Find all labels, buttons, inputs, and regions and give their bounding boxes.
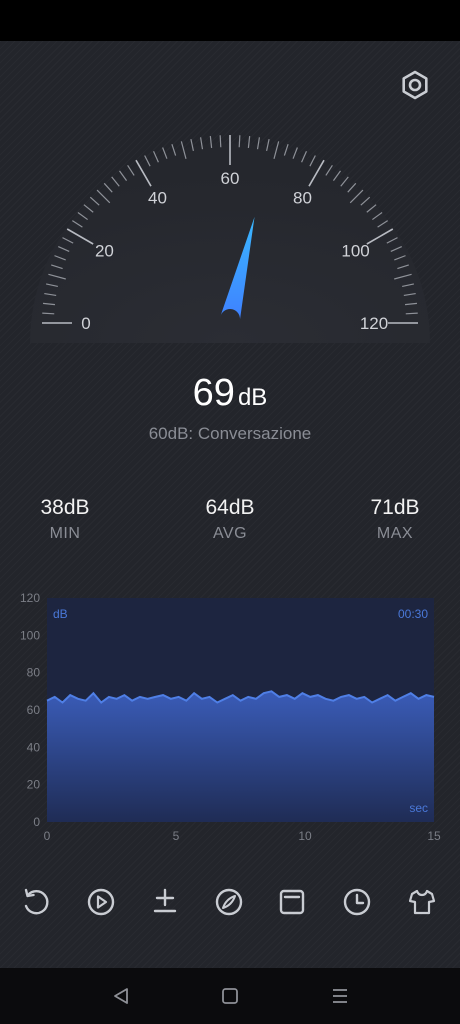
nav-home-button[interactable] [215,982,245,1010]
play-icon [87,888,115,916]
nav-menu-button[interactable] [325,982,355,1010]
x-axis-ticks: 0 5 10 15 [44,829,441,843]
x-tick-label: 5 [173,829,180,843]
compass-button[interactable] [207,880,251,924]
x-tick-label: 0 [44,829,51,843]
theme-button[interactable] [400,880,444,924]
noise-description: 60dB: Conversazione [148,424,312,443]
gauge-label: 40 [148,188,167,207]
stat-min-value: 38dB [40,496,90,519]
y-tick-label: 60 [27,703,41,717]
gauge-label: 120 [360,314,388,333]
save-button[interactable] [270,880,314,924]
chart-sec-label: sec [409,801,428,815]
stat-min: 38dB MIN [0,496,135,543]
gauge-tick [42,312,55,315]
theme-icon [408,889,436,915]
nav-back-button[interactable] [106,982,136,1010]
y-tick-label: 0 [33,815,40,829]
calibrate-icon [153,888,177,913]
stat-avg: 64dB AVG [160,496,300,543]
y-tick-label: 20 [27,778,41,792]
reset-button[interactable] [14,880,58,924]
save-icon [279,889,305,915]
settings-button[interactable] [397,67,433,103]
stat-max-value: 71dB [370,496,420,519]
calibrate-button[interactable] [143,880,187,924]
compass-icon [215,888,243,916]
chart-unit-label: dB [53,607,68,621]
gear-icon [402,70,428,100]
reading-value: 69 [192,372,235,414]
x-tick-label: 15 [427,829,441,843]
home-icon [222,988,238,1004]
gauge-label: 100 [341,242,369,261]
bottom-toolbar [0,880,460,924]
stat-max-label: MAX [376,525,414,542]
sound-level-gauge: 0 20 40 60 80 100 120 [30,135,430,343]
current-reading: 69 dB [0,372,460,415]
gauge-label: 80 [293,188,312,207]
gauge-label: 20 [95,242,114,261]
y-tick-label: 120 [20,591,40,605]
y-axis-ticks: 120 100 80 60 40 20 0 [20,591,40,829]
gauge-tick [219,135,222,148]
gauge-tick [238,135,241,148]
gauge-label: 0 [81,314,90,333]
stat-max: 71dB MAX [325,496,460,543]
reading-unit: dB [237,384,268,411]
chart-area-fill [47,691,434,822]
gauge-tick [405,312,418,315]
history-icon [343,888,371,916]
chart-time-label: 00:30 [398,607,428,621]
y-tick-label: 80 [27,666,41,680]
y-tick-label: 40 [27,740,41,754]
y-tick-label: 100 [20,628,40,642]
stat-min-label: MIN [49,525,81,542]
play-button[interactable] [79,880,123,924]
system-navigation-bar [0,968,460,1024]
gauge-label: 60 [221,169,240,188]
stat-avg-label: AVG [212,525,248,542]
history-button[interactable] [335,880,379,924]
reset-icon [24,888,49,915]
back-icon [114,988,128,1004]
menu-icon [333,989,347,1003]
stat-avg-value: 64dB [205,496,255,519]
x-tick-label: 10 [298,829,312,843]
status-bar [0,0,460,41]
decibel-history-chart: 120 100 80 60 40 20 0 0 5 10 15 dB 00:30… [20,591,441,843]
